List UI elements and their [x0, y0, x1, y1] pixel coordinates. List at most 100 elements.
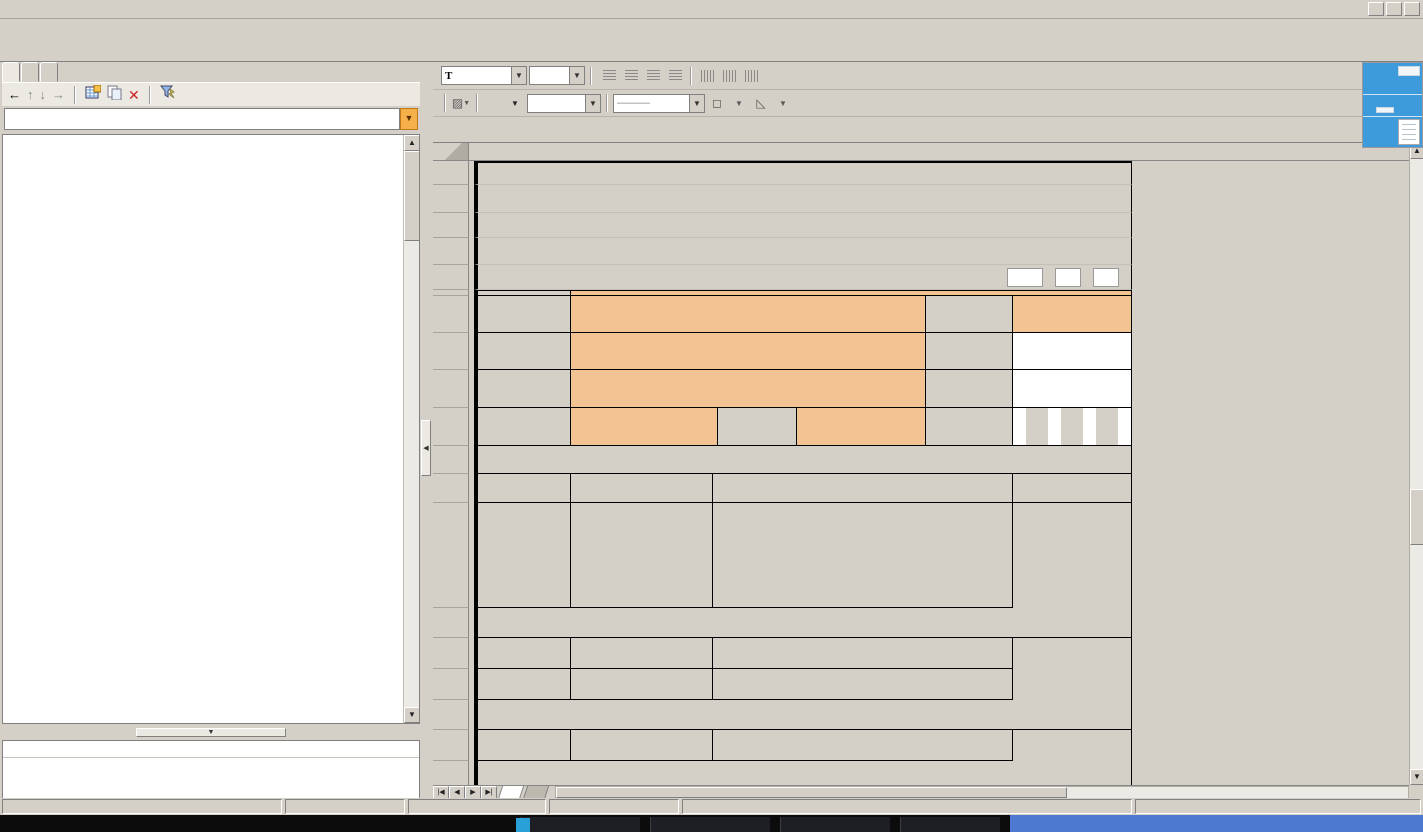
clock-status: [1135, 799, 1421, 814]
vertical-splitter[interactable]: ◀: [420, 62, 433, 798]
item-cell[interactable]: [571, 638, 713, 669]
time-day-cell[interactable]: [1093, 268, 1119, 287]
border-box-dropdown-icon[interactable]: ▼: [729, 94, 749, 112]
close-button[interactable]: [1404, 2, 1420, 16]
row-header[interactable]: [433, 608, 469, 638]
filter-icon[interactable]: [160, 85, 176, 104]
row-header[interactable]: [433, 638, 469, 669]
dropdown-arrow-icon[interactable]: ▼: [569, 67, 584, 84]
align-center-icon[interactable]: [621, 67, 641, 85]
inspected-part-cell[interactable]: [1013, 333, 1131, 370]
tree-scrollbar[interactable]: ▲ ▼: [403, 135, 419, 723]
construction-unit-cell[interactable]: [571, 333, 926, 370]
copy-sheet-icon[interactable]: [107, 85, 122, 105]
item-cell[interactable]: [571, 669, 713, 700]
align-justify-icon[interactable]: [665, 67, 685, 85]
diagonal-box-dropdown-icon[interactable]: ▼: [773, 94, 793, 112]
font-size-select[interactable]: ▼: [529, 66, 585, 85]
row-header[interactable]: [433, 503, 469, 608]
nav-forward-icon[interactable]: →: [52, 86, 65, 104]
row-header[interactable]: [433, 669, 469, 700]
dropdown-arrow-icon[interactable]: ▼: [585, 95, 600, 112]
brand-status: [2, 799, 282, 814]
row-header[interactable]: [433, 474, 469, 503]
row-header[interactable]: [433, 446, 469, 474]
taskbar-item[interactable]: [516, 818, 530, 832]
line-style-select[interactable]: ——— ▼: [613, 94, 705, 113]
scroll-thumb[interactable]: [556, 787, 1067, 798]
delete-icon[interactable]: ✕: [128, 86, 140, 104]
tab-search-results[interactable]: [40, 62, 58, 82]
fill-pattern-icon[interactable]: ▨▼: [451, 94, 471, 112]
maximize-button[interactable]: [1386, 2, 1402, 16]
autosum-dropdown-icon[interactable]: ▼: [505, 94, 525, 112]
collapse-down-icon[interactable]: ▼: [136, 728, 286, 737]
nav-up-icon[interactable]: ↑: [27, 86, 34, 104]
row-header[interactable]: [433, 296, 469, 333]
align-left-icon[interactable]: [599, 67, 619, 85]
row-header[interactable]: [433, 408, 469, 446]
distribute-icon-1[interactable]: [697, 67, 717, 85]
dropdown-arrow-icon[interactable]: ▼: [689, 95, 704, 112]
time-year-cell[interactable]: [1007, 268, 1043, 287]
row-header[interactable]: [433, 761, 469, 785]
dropdown-arrow-icon[interactable]: ▼: [511, 67, 526, 84]
item-cell[interactable]: [571, 730, 713, 761]
start-date-cell[interactable]: [1013, 408, 1131, 446]
row-header[interactable]: [433, 185, 469, 213]
row-header[interactable]: [433, 333, 469, 370]
tech-lead-cell[interactable]: [797, 408, 927, 446]
template-combobox-value[interactable]: [4, 108, 400, 130]
time-month-cell[interactable]: [1055, 268, 1081, 287]
clause-cell[interactable]: [478, 669, 571, 700]
zoom-select[interactable]: ▼: [527, 94, 601, 113]
content-cell[interactable]: [713, 730, 1014, 761]
form-time-row: [478, 268, 1131, 287]
taskbar-window[interactable]: [1010, 815, 1423, 832]
row-header[interactable]: [433, 238, 469, 265]
content-cell[interactable]: [713, 503, 1014, 608]
promo-popup[interactable]: [1362, 62, 1423, 148]
responsible-person-cell[interactable]: [1013, 370, 1131, 408]
tab-recycle-bin[interactable]: [21, 62, 39, 82]
project-name-cell[interactable]: [571, 296, 926, 333]
nav-down-icon[interactable]: ↓: [40, 86, 47, 104]
minimize-button[interactable]: [1368, 2, 1384, 16]
distribute-icon-3[interactable]: [741, 67, 761, 85]
row-header[interactable]: [433, 730, 469, 761]
row-header[interactable]: [433, 265, 469, 290]
diagonal-box-icon[interactable]: ◺: [751, 94, 771, 112]
project-manager-cell[interactable]: [571, 408, 718, 446]
content-cell[interactable]: [713, 669, 1014, 700]
combobox-dropdown-icon[interactable]: ▼: [400, 108, 418, 130]
scroll-down-icon[interactable]: ▼: [404, 707, 420, 723]
horizontal-splitter[interactable]: ▼: [2, 726, 420, 739]
tab-table-catalog[interactable]: [2, 62, 20, 82]
scroll-thumb[interactable]: [1410, 489, 1423, 545]
add-sheet-icon[interactable]: [85, 85, 101, 104]
clause-cell[interactable]: [478, 730, 571, 761]
sheet-scrollbar[interactable]: ▲ ▼: [1409, 143, 1423, 785]
select-all-corner[interactable]: [433, 143, 469, 160]
nav-back-icon[interactable]: ←: [8, 86, 21, 104]
row-header[interactable]: [433, 370, 469, 408]
builder-unit-cell[interactable]: [571, 370, 926, 408]
font-name-select[interactable]: T ▼: [441, 66, 527, 85]
border-box-icon[interactable]: ◻: [707, 94, 727, 112]
content-cell[interactable]: [713, 638, 1014, 669]
scroll-thumb[interactable]: [404, 151, 420, 241]
clause-cell[interactable]: [478, 503, 571, 608]
row-header[interactable]: [433, 700, 469, 730]
row-header[interactable]: [433, 213, 469, 238]
item-cell[interactable]: [571, 503, 713, 608]
clause-cell[interactable]: [478, 638, 571, 669]
autosum-icon[interactable]: [483, 94, 503, 112]
scroll-up-icon[interactable]: ▲: [404, 135, 420, 151]
align-right-icon[interactable]: [643, 67, 663, 85]
structure-type-cell[interactable]: [1013, 296, 1131, 333]
template-combobox[interactable]: ▼: [4, 108, 418, 130]
row-header[interactable]: [433, 161, 469, 185]
distribute-icon-2[interactable]: [719, 67, 739, 85]
scroll-down-icon[interactable]: ▼: [1410, 769, 1423, 785]
collapse-left-icon[interactable]: ◀: [421, 420, 431, 476]
